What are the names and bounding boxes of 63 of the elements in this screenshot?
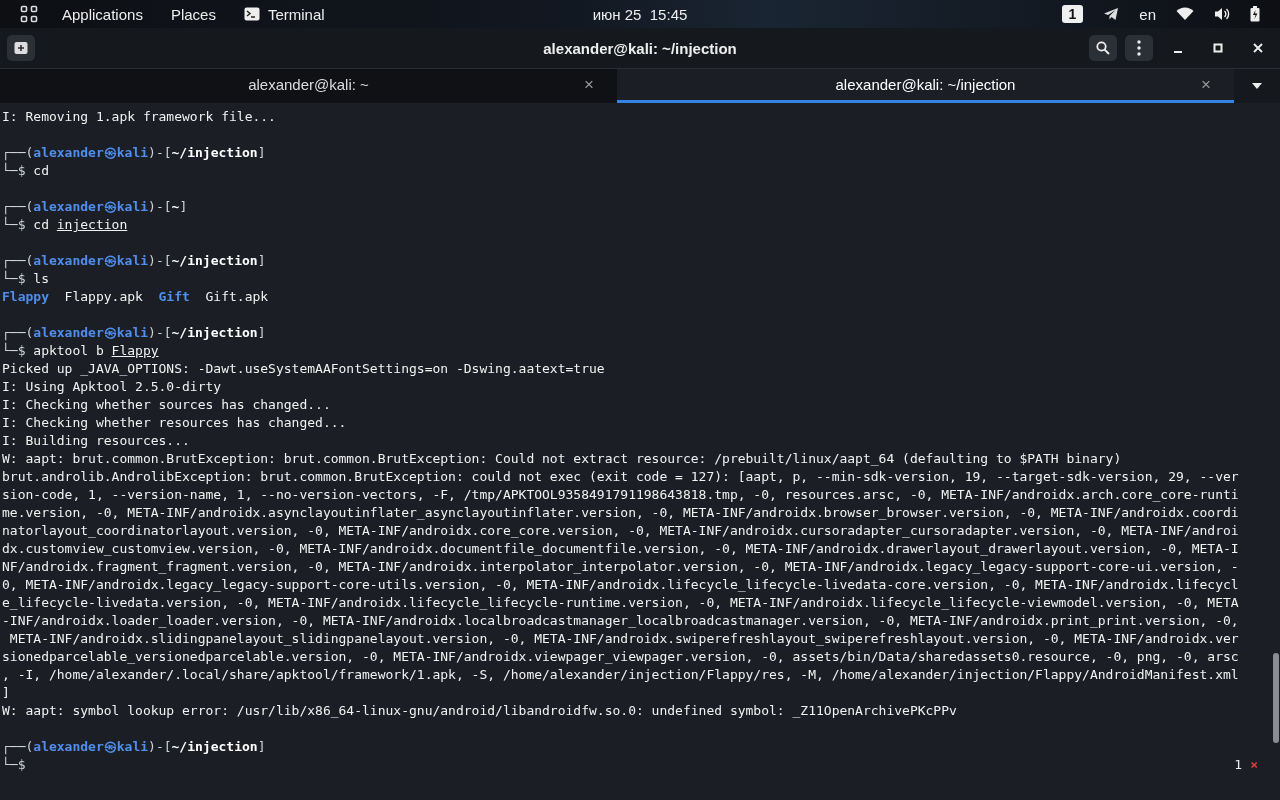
notification-count: 1 <box>1234 757 1243 772</box>
caret-icon <box>1252 83 1262 89</box>
dismiss-button[interactable]: × <box>1250 757 1258 772</box>
terminal-line: ┌──(alexander㉿kali)-[~/injection] <box>2 738 266 756</box>
terminal-line: Picked up _JAVA_OPTIONS: -Dawt.useSystemAAFontSettings=on -Dswing.aatext=true <box>2 360 605 378</box>
kebab-menu-icon <box>1137 40 1141 56</box>
terminal-line: I: Checking whether sources has changed... <box>2 396 331 414</box>
terminal-line: └─$ <box>2 756 26 774</box>
tabs-dropdown-button[interactable] <box>1234 69 1280 103</box>
top-menu[interactable]: Places <box>170 5 216 23</box>
terminal-line: natorlayout_coordinatorlayout.version, -0, META-INF/androidx.core_core.version, -0, META-INF/androidx.cursoradapter_cursoradapter.version, -0, META-INF/androi <box>2 522 1239 540</box>
terminal-line: └─$ apktool b Flappy <box>2 342 159 360</box>
terminal-line: I: Building resources... <box>2 432 190 450</box>
clock[interactable]: июн 25 15:45 <box>592 5 688 23</box>
paper-plane-icon[interactable] <box>1103 7 1120 21</box>
new-tab-button[interactable] <box>7 35 35 61</box>
terminal-line: W: aapt: symbol lookup error: /usr/lib/x86_64-linux-gnu/android/libandroidfw.so.0: undefined symbol: _Z11OpenArchivePKcPPv <box>2 702 957 720</box>
tab-close-button[interactable]: × <box>1198 74 1214 95</box>
terminal-line: ] <box>2 684 10 702</box>
terminal-line: └─$ cd <box>2 162 49 180</box>
terminal-line: Flappy Flappy.apk Gift Gift.apk <box>2 288 269 306</box>
window-title: alexander@kali: ~/injection <box>543 39 737 57</box>
close-icon <box>1253 43 1263 53</box>
wifi-icon[interactable] <box>1176 7 1194 21</box>
terminal-line: sion-code, 1, --version-name, 1, --no-version-vectors, -F, /tmp/APKTOOL9358491791198643818.tmp, -0, resources.arsc, -0, META-INF/androidx.arch.core_core-runti <box>2 486 1239 504</box>
terminal-line: 0, META-INF/androidx.legacy_legacy-support-core-utils.version, -0, META-INF/androidx.lifecycle_lifecycle-livedata-core.version, -0, META-INF/androidx.lifecycl <box>2 576 1239 594</box>
app-menu[interactable]: Terminal <box>267 5 325 23</box>
terminal-line: NF/androidx.fragment_fragment.version, -0, META-INF/androidx.interpolator_interpolator.version, -0, META-INF/androidx.legacy_legacy-support-core-ui.version, - <box>2 558 1239 576</box>
terminal-tab[interactable]: alexander@kali: ~ × <box>0 69 617 103</box>
terminal-line: W: aapt: brut.common.BrutException: brut.common.BrutException: Could not extract resource: /prebuilt/linux/aapt_64 (defaulting to $PATH binary) <box>2 450 1122 468</box>
search-button[interactable] <box>1089 35 1117 61</box>
terminal-line: ┌──(alexander㉿kali)-[~] <box>2 198 188 216</box>
menu-button[interactable] <box>1125 35 1153 61</box>
scrollbar-thumb[interactable] <box>1273 653 1279 743</box>
terminal-line: ┌──(alexander㉿kali)-[~/injection] <box>2 324 266 342</box>
terminal-line: brut.androlib.AndrolibException: brut.common.BrutException: could not exec (exit code = 127): [aapt, p, --min-sdk-version, 19, --target-sdk-version, 29, --ver <box>2 468 1239 486</box>
terminal-line: ┌──(alexander㉿kali)-[~/injection] <box>2 252 266 270</box>
language-indicator[interactable]: en <box>1139 5 1156 23</box>
minimize-icon <box>1173 50 1183 53</box>
terminal-line: sionedparcelable_versionedparcelable.version, -0, META-INF/androidx.viewpager_viewpager.version, -0, assets/bin/Data/sharedassets0.resource, -0, png, -0, arsc <box>2 648 1239 666</box>
terminal-line: e_lifecycle-livedata.version, -0, META-INF/androidx.lifecycle_lifecycle-runtime.version, -0, META-INF/androidx.lifecycle_lifecycle-viewmodel.version, -0, META <box>2 594 1239 612</box>
terminal-tab[interactable]: alexander@kali: ~/injection × <box>617 69 1234 103</box>
terminal-line: META-INF/androidx.slidingpanelayout_slidingpanelayout.version, -0, META-INF/androidx.swiperefreshlayout_swiperefreshlayout.version, -0, META-INF/androidx.ver <box>8 630 1239 648</box>
battery-icon[interactable] <box>1250 6 1260 22</box>
terminal-line: └─$ cd injection <box>2 216 128 234</box>
terminal-line: I: Removing 1.apk framework file... <box>2 108 276 126</box>
terminal-line: ┌──(alexander㉿kali)-[~/injection] <box>2 144 266 162</box>
terminal-line: , -I, /home/alexander/.local/share/apktool/framework/1.apk, -S, /home/alexander/injection/Flappy/res, -M, /home/alexander/injection/Flappy/AndroidManifest.xml <box>2 666 1239 684</box>
terminal-line: me.version, -0, META-INF/androidx.asynclayoutinflater_asynclayoutinflater.version, -0, META-INF/androidx.browser_browser.version, -0, META-INF/androidx.coordi <box>2 504 1239 522</box>
workspace-indicator[interactable]: 1 <box>1061 5 1084 23</box>
terminal-icon[interactable] <box>243 7 260 21</box>
terminal-line: I: Checking whether resources has changed... <box>2 414 347 432</box>
plus-icon <box>14 41 28 55</box>
top-menu[interactable]: Applications <box>62 5 143 23</box>
terminal-line: └─$ ls <box>2 270 49 288</box>
speaker-icon[interactable] <box>1214 7 1230 21</box>
terminal-line: I: Using Apktool 2.5.0-dirty <box>2 378 222 396</box>
app-grid-icon[interactable] <box>20 5 38 23</box>
maximize-icon <box>1213 43 1223 53</box>
terminal-line: -INF/androidx.loader_loader.version, -0, META-INF/androidx.localbroadcastmanager_localbroadcastmanager.version, -0, META-INF/androidx.print_print.version, -0, <box>2 612 1239 630</box>
tab-close-button[interactable]: × <box>581 74 597 95</box>
search-icon <box>1096 41 1110 55</box>
terminal-line: dx.customview_customview.version, -0, META-INF/androidx.documentfile_documentfile.version, -0, META-INF/androidx.drawerlayout_drawerlayout.version, -0, META-I <box>2 540 1239 558</box>
